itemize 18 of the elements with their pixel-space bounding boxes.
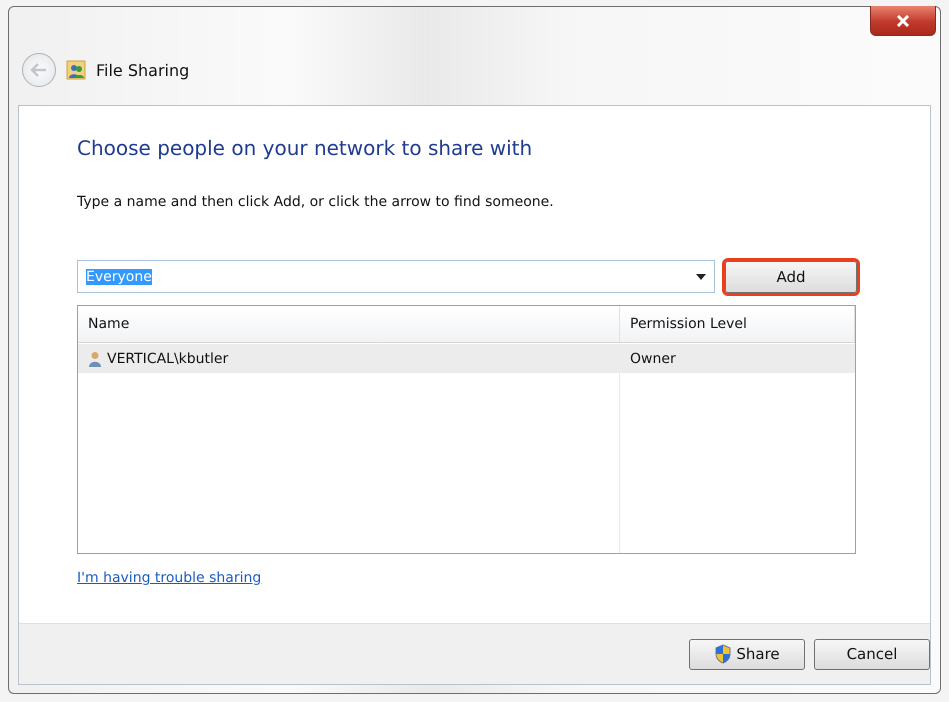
back-arrow-icon [30,63,48,77]
table-row[interactable]: VERTICAL\kbutler Owner [78,344,855,373]
share-button[interactable]: Share [689,638,805,670]
close-icon [896,14,910,26]
user-icon [88,350,102,366]
dropdown-caret-icon[interactable] [696,274,706,280]
people-icon [66,60,86,80]
column-header[interactable]: Name [78,306,620,342]
instruction-text: Type a name and then click Add, or click the arrow to find someone. [77,194,555,210]
shield-icon [714,644,732,664]
close-button[interactable] [870,6,936,36]
help-link[interactable]: I'm having trouble sharing [77,570,262,586]
window-title: File Sharing [96,60,190,80]
column-header[interactable]: Permission Level [620,306,855,342]
cancel-button[interactable]: Cancel [814,638,930,670]
user-name: VERTICAL\kbutler [107,350,228,366]
permission-level: Owner [630,350,676,366]
dialog-heading: Choose people on your network to share with [77,136,534,160]
